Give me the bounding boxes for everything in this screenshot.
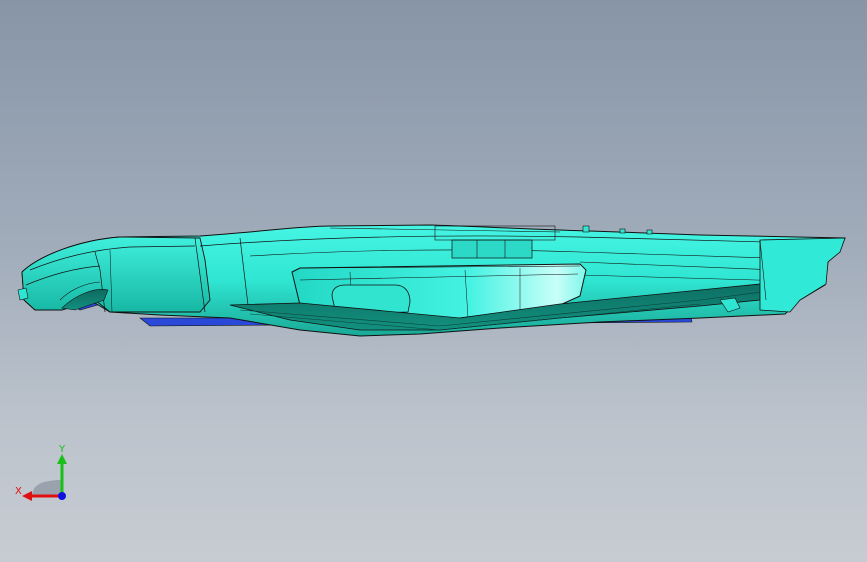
3d-model[interactable] bbox=[0, 0, 867, 562]
axis-triad: Y X bbox=[15, 444, 67, 501]
triad-plane-shading bbox=[32, 480, 62, 496]
y-axis-label: Y bbox=[58, 444, 66, 455]
y-axis-arrow bbox=[57, 454, 67, 464]
graphics-viewport[interactable]: Y X bbox=[0, 0, 867, 562]
top-vent bbox=[451, 239, 533, 259]
x-axis-label: X bbox=[15, 486, 22, 497]
tail-section bbox=[759, 237, 846, 313]
z-axis-dot bbox=[58, 492, 66, 500]
x-axis-arrow bbox=[22, 491, 32, 501]
